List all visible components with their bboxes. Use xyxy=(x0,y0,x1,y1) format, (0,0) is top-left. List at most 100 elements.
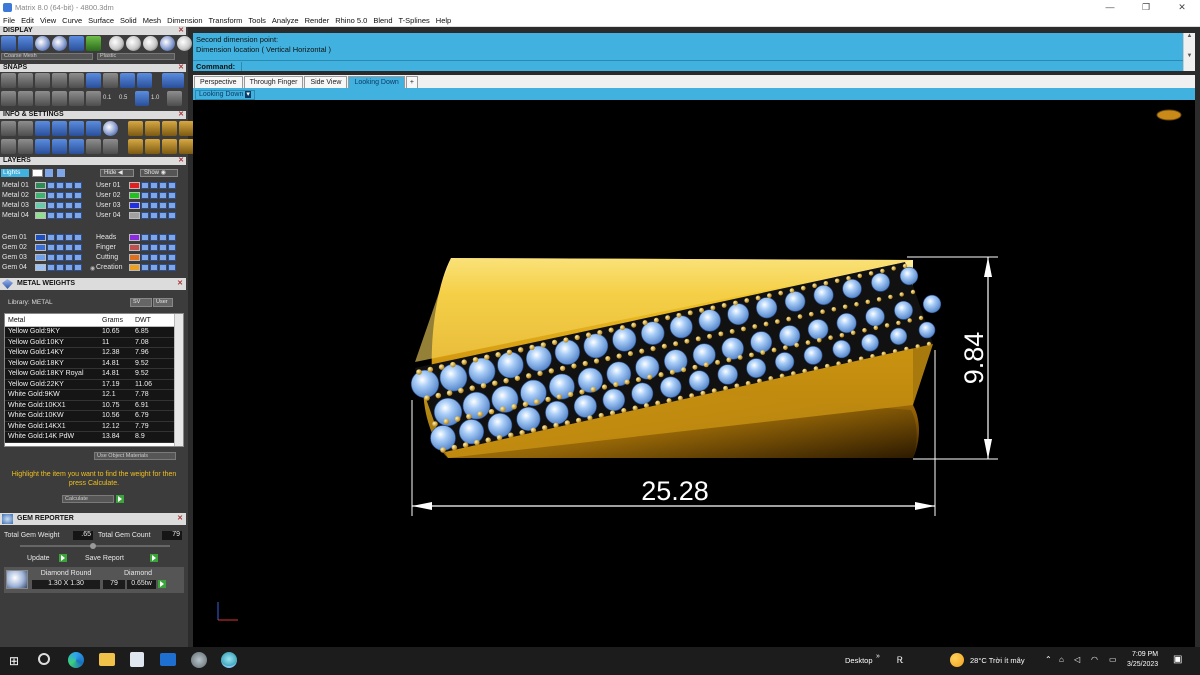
layer-name[interactable]: User 03 xyxy=(96,202,129,209)
layer-row-gem-01[interactable]: Gem 01 xyxy=(2,233,83,242)
menu-analyze[interactable]: Analyze xyxy=(269,16,302,25)
crosshair-icon[interactable] xyxy=(167,91,182,106)
close-button[interactable]: ✕ xyxy=(1164,0,1200,14)
close-icon[interactable]: ✕ xyxy=(178,157,184,165)
layer-row-cutting[interactable]: Cutting xyxy=(96,253,177,262)
layer-select-toggle[interactable] xyxy=(65,192,73,199)
layer-select-toggle[interactable] xyxy=(65,234,73,241)
layer-on-toggle[interactable] xyxy=(47,182,55,189)
table-row[interactable]: White Gold:10KX1 10.75 6.91 xyxy=(5,400,183,411)
layer-color-swatch[interactable] xyxy=(35,244,46,251)
table-row[interactable]: White Gold:10KW 10.56 6.79 xyxy=(5,411,183,422)
hide-all-button[interactable]: Hide ◀ xyxy=(100,169,134,177)
layer-name[interactable]: Gem 01 xyxy=(2,234,35,241)
metal-weights-header[interactable]: METAL WEIGHTS ✕ xyxy=(0,278,186,290)
menu-help[interactable]: Help xyxy=(433,16,454,25)
tab-side-view[interactable]: Side View xyxy=(304,76,348,88)
rhino-taskbar-icon[interactable] xyxy=(221,652,237,668)
layers-panel-header[interactable]: LAYERS ✕ xyxy=(0,157,186,165)
snap-tan-icon[interactable] xyxy=(137,73,152,88)
layer-extra-toggle[interactable] xyxy=(74,182,82,189)
snap-value-2[interactable]: 0.5 xyxy=(119,91,133,107)
material-2-icon[interactable] xyxy=(126,36,141,51)
layer-select-toggle[interactable] xyxy=(65,244,73,251)
layer-color-swatch[interactable] xyxy=(129,202,140,209)
layer-color-swatch[interactable] xyxy=(129,234,140,241)
tab-perspective[interactable]: Perspective xyxy=(194,76,243,88)
layer-select-toggle[interactable] xyxy=(159,244,167,251)
layer-color-swatch[interactable] xyxy=(129,182,140,189)
gem-sphere-icon[interactable] xyxy=(52,36,67,51)
layer-on-toggle[interactable] xyxy=(47,202,55,209)
layer-row-user-03[interactable]: User 03 xyxy=(96,201,177,210)
menu-edit[interactable]: Edit xyxy=(18,16,37,25)
column-dwt[interactable]: DWT xyxy=(132,317,172,324)
weather-text[interactable]: 28°C Trời ít mây xyxy=(970,656,1025,665)
properties-icon[interactable] xyxy=(1,121,16,136)
keyboard-icon[interactable]: ▭ xyxy=(1109,655,1117,664)
layer-select-toggle[interactable] xyxy=(65,202,73,209)
layer-name[interactable]: User 01 xyxy=(96,182,129,189)
menu-mesh[interactable]: Mesh xyxy=(140,16,164,25)
tool-8-icon[interactable] xyxy=(179,139,194,154)
layer-color-swatch[interactable] xyxy=(35,212,46,219)
layer-lock-toggle[interactable] xyxy=(56,182,64,189)
layer-name[interactable]: User 04 xyxy=(96,212,129,219)
cube-icon[interactable] xyxy=(35,139,50,154)
library-dropdown-1[interactable]: SV xyxy=(130,298,152,307)
gem-reporter-header[interactable]: GEM REPORTER ✕ xyxy=(0,513,186,525)
tool-5-icon[interactable] xyxy=(128,139,143,154)
layer-extra-toggle[interactable] xyxy=(168,182,176,189)
display-panel-header[interactable]: DISPLAY ✕ xyxy=(0,27,186,35)
planar-icon[interactable] xyxy=(35,91,50,106)
mesh-quality-dropdown[interactable]: Coarse Mesh xyxy=(1,53,93,60)
layer-extra-toggle[interactable] xyxy=(168,264,176,271)
dim-vertical-value[interactable]: 9.84 xyxy=(959,332,989,385)
material-1-icon[interactable] xyxy=(109,36,124,51)
layer-extra-toggle[interactable] xyxy=(74,234,82,241)
layer-select-toggle[interactable] xyxy=(65,182,73,189)
layer-name[interactable]: Gem 04 xyxy=(2,264,35,271)
wireframe-icon[interactable] xyxy=(1,36,16,51)
update-button[interactable] xyxy=(59,554,67,562)
layer-lock-toggle[interactable] xyxy=(150,264,158,271)
material-3-icon[interactable] xyxy=(143,36,158,51)
layer-row-user-02[interactable]: User 02 xyxy=(96,191,177,200)
show-all-button[interactable]: Show ◉ xyxy=(140,169,178,177)
notifications-icon[interactable]: ▣ xyxy=(1173,654,1182,665)
layer-extra-toggle[interactable] xyxy=(74,202,82,209)
layer-lock-toggle[interactable] xyxy=(56,244,64,251)
menu-solid[interactable]: Solid xyxy=(117,16,140,25)
snap-grid-icon[interactable] xyxy=(135,91,149,106)
scroll-down-icon[interactable]: ▼ xyxy=(1184,53,1195,59)
table-row[interactable]: Yellow Gold:18KY 14.81 9.52 xyxy=(5,358,183,369)
ring-sizer-icon[interactable] xyxy=(35,121,50,136)
tool-6-icon[interactable] xyxy=(145,139,160,154)
column-metal[interactable]: Metal xyxy=(5,317,99,324)
table-row[interactable]: White Gold:14KX1 12.12 7.79 xyxy=(5,421,183,432)
layer-color-swatch[interactable] xyxy=(129,192,140,199)
layer-color-swatch[interactable] xyxy=(129,254,140,261)
lights-layer-button[interactable]: Lights xyxy=(1,169,29,177)
layer-on-toggle[interactable] xyxy=(141,264,149,271)
layer-on-toggle[interactable] xyxy=(141,212,149,219)
wifi-icon[interactable]: ◠ xyxy=(1091,655,1098,664)
osnap-icon[interactable] xyxy=(52,91,67,106)
snap-near-icon[interactable] xyxy=(18,73,33,88)
edge-browser-icon[interactable] xyxy=(68,652,84,668)
layer-extra-toggle[interactable] xyxy=(168,192,176,199)
weather-icon[interactable] xyxy=(950,653,964,667)
menu-render[interactable]: Render xyxy=(302,16,333,25)
layer-extra-toggle[interactable] xyxy=(168,244,176,251)
menu-surface[interactable]: Surface xyxy=(85,16,117,25)
layer-select-toggle[interactable] xyxy=(159,264,167,271)
dim-horizontal-value[interactable]: 25.28 xyxy=(641,476,709,506)
layer-color-swatch[interactable] xyxy=(129,244,140,251)
snap-quad-icon[interactable] xyxy=(103,73,118,88)
ring-model-svg[interactable]: 25.28 9.84 xyxy=(193,100,1195,647)
material-dropdown[interactable]: Plastic xyxy=(97,53,175,60)
viewport-title-dropdown[interactable]: Looking Down ▾ xyxy=(195,90,255,100)
environment-icon[interactable] xyxy=(86,36,101,51)
ortho-icon[interactable] xyxy=(18,91,33,106)
table-scrollbar[interactable] xyxy=(174,314,183,446)
